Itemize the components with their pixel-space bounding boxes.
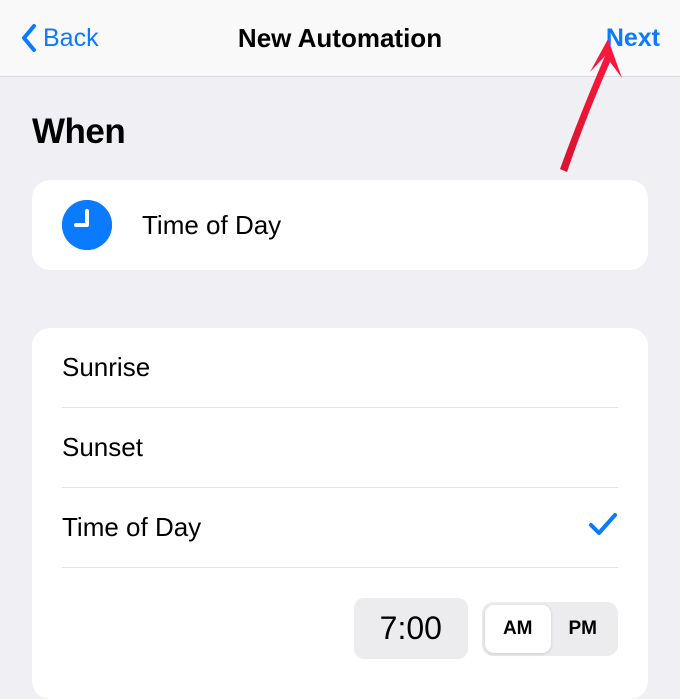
clock-icon — [62, 200, 112, 250]
page-title: New Automation — [238, 23, 442, 54]
option-time-of-day[interactable]: Time of Day — [62, 488, 618, 568]
option-sunset[interactable]: Sunset — [62, 408, 618, 488]
time-value[interactable]: 7:00 — [354, 598, 468, 659]
summary-card: Time of Day — [32, 180, 648, 270]
option-label: Sunrise — [62, 352, 150, 383]
option-label: Sunset — [62, 432, 143, 463]
back-label: Back — [43, 24, 99, 53]
time-picker-row: 7:00 AM PM — [62, 568, 618, 699]
navigation-bar: Back New Automation Next — [0, 0, 680, 77]
option-label: Time of Day — [62, 512, 201, 543]
pm-button[interactable]: PM — [551, 605, 616, 653]
option-sunrise[interactable]: Sunrise — [62, 328, 618, 408]
back-button[interactable]: Back — [20, 23, 99, 53]
section-header: When — [32, 112, 648, 152]
options-card: Sunrise Sunset Time of Day 7:00 AM PM — [32, 328, 648, 699]
am-button[interactable]: AM — [485, 605, 551, 653]
summary-label: Time of Day — [142, 210, 281, 241]
next-button[interactable]: Next — [606, 24, 660, 53]
chevron-left-icon — [20, 23, 37, 53]
content: When Time of Day Sunrise Sunset Time of … — [0, 112, 680, 699]
checkmark-icon — [588, 512, 618, 543]
summary-row[interactable]: Time of Day — [32, 180, 648, 270]
am-pm-segmented: AM PM — [482, 602, 618, 656]
